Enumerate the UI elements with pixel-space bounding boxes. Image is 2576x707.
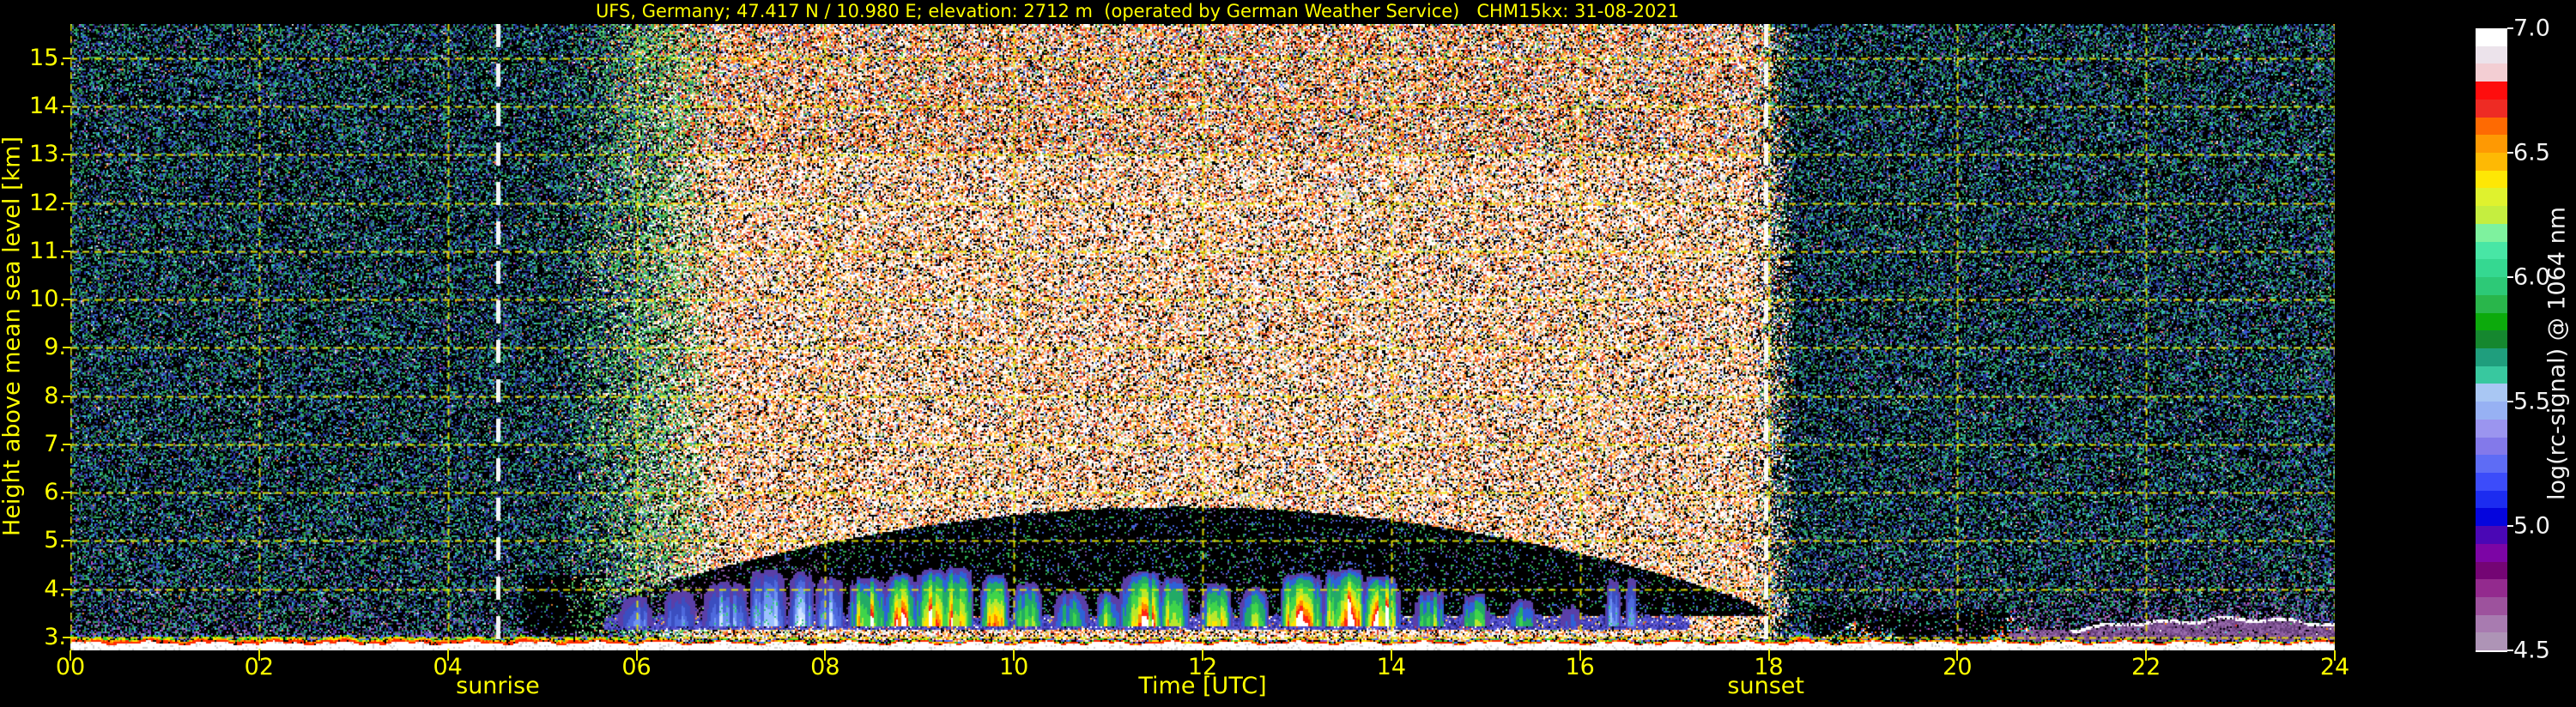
- x-tick-label: 16: [1565, 654, 1595, 680]
- colorbar-segment: [2476, 28, 2507, 46]
- x-tick-label: 10: [998, 654, 1029, 680]
- colorbar-segment: [2476, 312, 2507, 331]
- colorbar-title: log(rc-signal) @ 1064 nm: [2543, 206, 2571, 501]
- colorbar-segment: [2476, 526, 2507, 544]
- colorbar-segment: [2476, 508, 2507, 527]
- colorbar-tick-label: 4.5: [2513, 637, 2550, 664]
- colorbar-segment: [2476, 241, 2507, 260]
- colorbar-tick-mark: [2507, 650, 2513, 651]
- colorbar-segment: [2476, 384, 2507, 402]
- colorbar-segment: [2476, 294, 2507, 313]
- colorbar-tick-mark: [2507, 401, 2513, 402]
- colorbar-segment: [2476, 561, 2507, 580]
- colorbar-tick-label: 5.0: [2513, 512, 2550, 540]
- y-tick-label: 4.: [44, 575, 66, 602]
- colorbar-segment: [2476, 63, 2507, 82]
- colorbar-segment: [2476, 188, 2507, 207]
- colorbar-segment: [2476, 614, 2507, 633]
- x-tick-label: 00: [55, 654, 86, 680]
- y-tick-label: 12.: [29, 189, 66, 216]
- x-tick-label: 24: [2319, 654, 2350, 680]
- x-axis-title: Time [UTC]: [1138, 673, 1267, 699]
- colorbar-tick-label: 6.5: [2513, 139, 2550, 166]
- x-tick-label: 08: [810, 654, 840, 680]
- x-tick-label: 06: [621, 654, 652, 680]
- colorbar-segment: [2476, 366, 2507, 384]
- colorbar-segment: [2476, 472, 2507, 491]
- colorbar-segment: [2476, 153, 2507, 171]
- y-tick-label: 5.: [44, 527, 66, 554]
- x-tick-label: 02: [244, 654, 275, 680]
- y-tick-label: 9.: [44, 334, 66, 361]
- colorbar-segment: [2476, 632, 2507, 651]
- plot-area: [70, 24, 2335, 650]
- y-tick-label: 15.: [29, 44, 66, 71]
- y-tick-label: 13.: [29, 141, 66, 168]
- y-tick-label: 7.: [44, 430, 66, 457]
- y-tick-label: 3.: [44, 623, 66, 650]
- x-tick-label: 22: [2131, 654, 2161, 680]
- colorbar-tick-mark: [2507, 525, 2513, 527]
- y-tick-label: 10.: [29, 286, 66, 313]
- y-tick-label: 8.: [44, 382, 66, 409]
- colorbar-segment: [2476, 437, 2507, 456]
- chart-title: UFS, Germany; 47.417 N / 10.980 E; eleva…: [595, 1, 1680, 21]
- colorbar-segment: [2476, 597, 2507, 615]
- colorbar-segment: [2476, 347, 2507, 366]
- x-tick-label: 20: [1943, 654, 1973, 680]
- colorbar-segment: [2476, 579, 2507, 597]
- sunset-label: sunset: [1727, 673, 1804, 699]
- colorbar-segment: [2476, 490, 2507, 509]
- colorbar-segment: [2476, 543, 2507, 562]
- y-tick-label: 14.: [29, 93, 66, 120]
- colorbar-segment: [2476, 259, 2507, 278]
- colorbar-segment: [2476, 45, 2507, 64]
- colorbar-segment: [2476, 117, 2507, 136]
- colorbar-segment: [2476, 330, 2507, 348]
- colorbar-segment: [2476, 99, 2507, 118]
- colorbar-segment: [2476, 82, 2507, 100]
- backscatter-heatmap-canvas: [70, 24, 2335, 650]
- colorbar-segment: [2476, 135, 2507, 154]
- y-tick-label: 11.: [29, 237, 66, 264]
- ceilometer-quicklook: UFS, Germany; 47.417 N / 10.980 E; eleva…: [0, 0, 2576, 707]
- colorbar-segment: [2476, 170, 2507, 189]
- colorbar-segment: [2476, 223, 2507, 242]
- colorbar-segment: [2476, 402, 2507, 420]
- colorbar-tick-mark: [2507, 152, 2513, 154]
- colorbar: [2476, 28, 2507, 652]
- colorbar-segment: [2476, 419, 2507, 438]
- colorbar-segment: [2476, 455, 2507, 473]
- y-tick-label: 6.: [44, 478, 66, 505]
- colorbar-tick-label: 7.0: [2513, 15, 2550, 42]
- colorbar-segment: [2476, 206, 2507, 224]
- x-tick-label: 14: [1376, 654, 1407, 680]
- colorbar-tick-mark: [2507, 276, 2513, 278]
- sunrise-label: sunrise: [456, 673, 540, 699]
- colorbar-segment: [2476, 277, 2507, 295]
- colorbar-tick-mark: [2507, 27, 2513, 29]
